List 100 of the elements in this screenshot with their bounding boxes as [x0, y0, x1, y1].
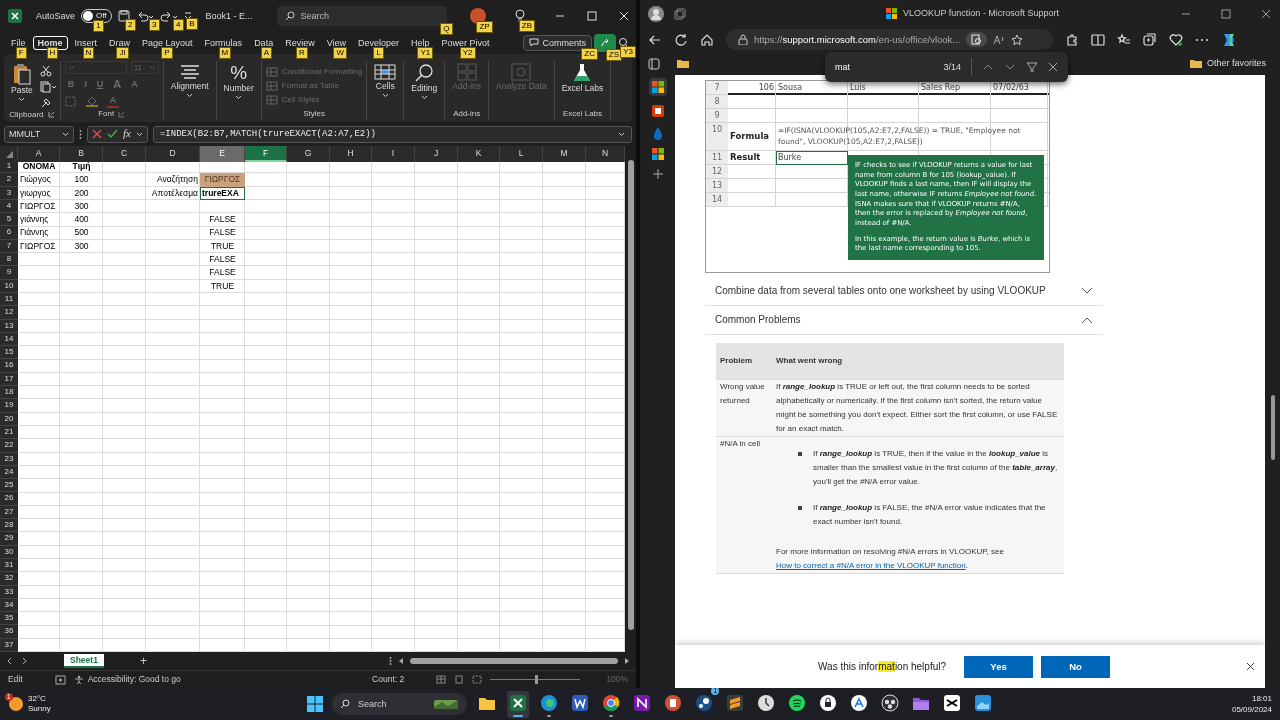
normal-view-icon[interactable] — [436, 675, 447, 684]
extensions-icon[interactable] — [1065, 32, 1079, 47]
row-number[interactable]: 25 — [0, 479, 18, 493]
row-number[interactable]: 1 — [0, 160, 18, 174]
copilot-icon[interactable] — [1221, 31, 1237, 48]
share-button[interactable] — [594, 34, 616, 52]
column-header[interactable]: N — [586, 146, 625, 162]
launcher-icon[interactable] — [47, 111, 55, 118]
home-icon[interactable] — [700, 32, 714, 47]
more-icon[interactable] — [79, 128, 82, 140]
column-header[interactable]: M — [543, 146, 586, 162]
column-header[interactable]: B — [60, 146, 103, 162]
row-number[interactable]: 19 — [0, 399, 18, 413]
dropdown-icon[interactable] — [183, 11, 192, 21]
clock-icon[interactable] — [757, 693, 775, 712]
ribbon-button[interactable]: Alignment — [167, 61, 212, 100]
column-header[interactable]: A — [18, 146, 60, 162]
column-header[interactable]: H — [330, 146, 372, 162]
search-field[interactable]: Search — [276, 6, 447, 26]
brush-icon[interactable] — [39, 97, 52, 109]
row-number[interactable]: 28 — [0, 519, 18, 533]
app-available-icon[interactable] — [971, 34, 983, 46]
tab-actions-icon[interactable] — [674, 7, 686, 20]
row-number[interactable]: 32 — [0, 572, 18, 586]
row-number[interactable]: 35 — [0, 612, 18, 626]
address-bar[interactable]: https://support.microsoft.com/en-us/office/vlook... — [726, 29, 1053, 50]
column-header[interactable]: I — [372, 146, 415, 162]
help-link[interactable]: How to correct a #N/A error in the VLOOKUP function — [776, 561, 966, 570]
enter-icon[interactable] — [107, 129, 118, 139]
favorite-star-icon[interactable] — [1011, 33, 1024, 46]
formula-field[interactable]: =INDEX(B2:B7,MATCH(trureEXACT(A2:A7,E2)) — [152, 125, 632, 143]
split-screen-icon[interactable] — [1091, 32, 1105, 47]
game-launcher-icon[interactable] — [695, 693, 713, 712]
notes-icon[interactable] — [633, 693, 651, 712]
row-number[interactable]: 16 — [0, 359, 18, 373]
column-header[interactable]: J — [415, 146, 458, 162]
row-number[interactable]: 15 — [0, 346, 18, 360]
close-icon[interactable] — [1048, 62, 1058, 72]
refresh-icon[interactable] — [674, 32, 688, 47]
recorder-icon[interactable] — [881, 693, 899, 712]
row-number[interactable]: 29 — [0, 532, 18, 546]
row-number[interactable]: 9 — [0, 266, 18, 280]
editor-icon[interactable] — [726, 693, 744, 712]
store-icon[interactable] — [850, 693, 868, 712]
favorites-folder[interactable]: Other favorites — [1182, 57, 1272, 70]
music-icon[interactable] — [788, 693, 806, 712]
maximize-icon[interactable] — [1220, 7, 1232, 20]
cancel-icon[interactable] — [92, 129, 102, 139]
macro-icon[interactable] — [54, 674, 66, 685]
add-sheet-button[interactable]: + — [135, 655, 151, 667]
row-number[interactable]: 18 — [0, 386, 18, 400]
scroll-thumb[interactable] — [627, 160, 634, 630]
accessibility-button[interactable]: Accessibility: Good to go — [73, 674, 181, 685]
apps-icon[interactable] — [651, 148, 664, 160]
column-header[interactable]: D — [146, 146, 200, 162]
comments-button[interactable]: Comments — [523, 34, 592, 52]
paste-button[interactable]: Paste — [8, 61, 36, 104]
insert-function-button[interactable]: fx — [123, 127, 131, 141]
launcher-icon[interactable] — [118, 110, 126, 118]
ribbon-button[interactable]: Cells — [371, 61, 400, 100]
sheet-tab[interactable]: Sheet1 — [64, 653, 104, 669]
column-header[interactable]: F — [245, 146, 287, 162]
row-number[interactable]: 2 — [0, 173, 18, 187]
drop-icon[interactable] — [651, 126, 664, 140]
name-box[interactable]: MMULT — [4, 125, 74, 143]
save-icon[interactable] — [117, 10, 130, 22]
scissors-icon[interactable] — [39, 65, 52, 77]
row-number[interactable]: 36 — [0, 625, 18, 639]
yes-button[interactable]: Yes — [964, 655, 1034, 678]
row-number[interactable]: 26 — [0, 492, 18, 506]
ribbon-button[interactable]: % Number — [220, 61, 257, 102]
browser-icon[interactable] — [540, 693, 558, 712]
video-editor-icon[interactable] — [943, 693, 961, 712]
apps-icon[interactable] — [651, 81, 664, 93]
scroll-left-icon[interactable] — [397, 657, 404, 665]
folder-icon[interactable] — [676, 58, 690, 69]
previous-icon[interactable] — [6, 657, 14, 665]
slides-icon[interactable] — [664, 693, 682, 712]
column-header[interactable]: K — [458, 146, 500, 162]
read-aloud-icon[interactable] — [993, 34, 1006, 45]
redo-icon[interactable] — [159, 10, 178, 22]
weather-sun-icon[interactable] — [8, 696, 24, 712]
collections-icon[interactable] — [1143, 32, 1157, 47]
page-layout-icon[interactable] — [454, 675, 465, 684]
no-button[interactable]: No — [1041, 655, 1111, 678]
column-header[interactable]: G — [287, 146, 330, 162]
find-field[interactable]: mat — [835, 61, 934, 73]
avatar-icon[interactable] — [470, 8, 486, 24]
filter-icon[interactable] — [1026, 61, 1038, 73]
lightbulb-icon[interactable] — [514, 9, 526, 23]
scroll-right-icon[interactable] — [624, 657, 630, 665]
office-icon[interactable] — [650, 104, 665, 118]
ribbon-button[interactable]: Editing — [408, 61, 441, 102]
scroll-thumb[interactable] — [409, 658, 618, 664]
add-icon[interactable] — [651, 168, 664, 180]
close-icon[interactable] — [1260, 7, 1272, 20]
favorites-icon[interactable] — [1117, 32, 1131, 47]
zoom-slider-thumb[interactable] — [535, 675, 539, 684]
next-icon[interactable] — [20, 657, 28, 665]
maximize-icon[interactable] — [586, 10, 598, 22]
